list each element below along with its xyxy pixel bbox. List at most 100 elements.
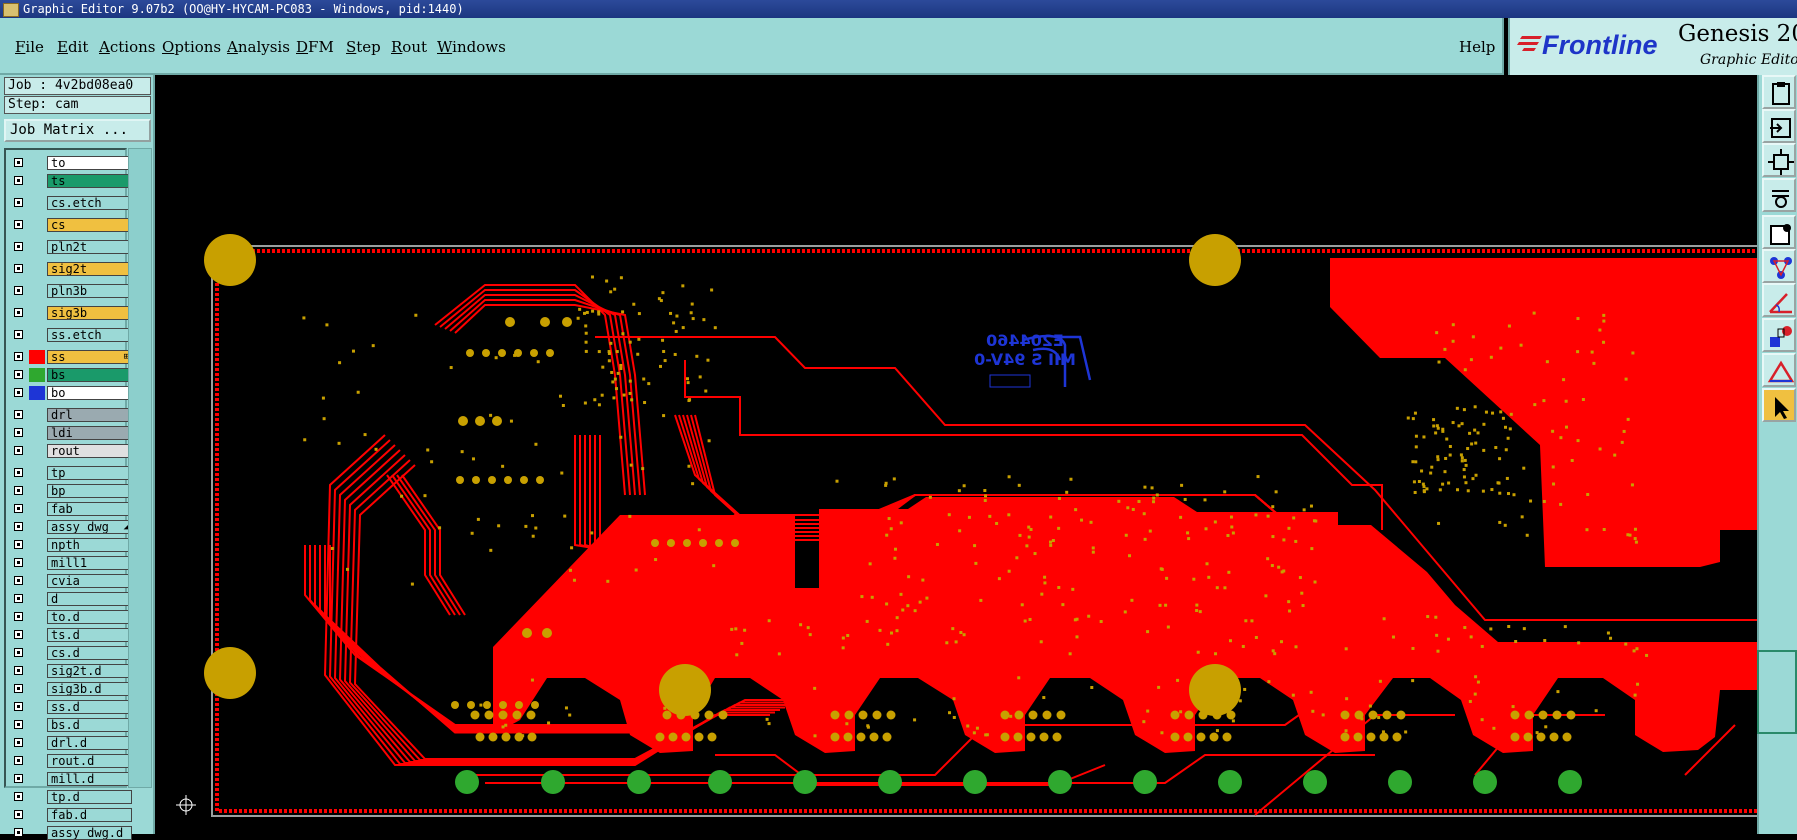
graphic-canvas[interactable]: E204460 MII S 94V-0 (155, 75, 1757, 834)
measure-button[interactable] (1762, 215, 1796, 249)
layer-color-swatch[interactable] (29, 350, 45, 364)
layer-checkbox[interactable] (14, 612, 23, 621)
layer-checkbox[interactable] (14, 198, 23, 207)
layer-name[interactable]: sig2t.d (47, 664, 132, 678)
layer-row-mill1[interactable]: mill1 (10, 556, 132, 570)
layer-row-cvia[interactable]: cvia (10, 574, 132, 588)
layer-row-drl-d[interactable]: drl.d (10, 736, 132, 750)
layer-row-tp-d[interactable]: tp.d (10, 790, 132, 804)
menu-file[interactable]: File (15, 38, 44, 56)
clipboard-button[interactable] (1762, 75, 1796, 109)
layer-name[interactable]: cs.d (47, 646, 132, 660)
layer-row-bp[interactable]: bp (10, 484, 132, 498)
layer-checkbox[interactable] (14, 388, 23, 397)
layer-row-cs[interactable]: cs (10, 218, 132, 232)
layer-checkbox[interactable] (14, 176, 23, 185)
layer-row-ldi[interactable]: ldi (10, 426, 132, 440)
layer-checkbox[interactable] (14, 648, 23, 657)
layer-color-swatch[interactable] (29, 610, 45, 624)
layer-name[interactable]: ts.d (47, 628, 132, 642)
layer-checkbox[interactable] (14, 576, 23, 585)
layer-name[interactable]: sig3b (47, 306, 132, 320)
layer-checkbox[interactable] (14, 702, 23, 711)
layer-checkbox[interactable] (14, 756, 23, 765)
job-matrix-button[interactable]: Job Matrix ... (4, 119, 151, 142)
menu-step[interactable]: Step (346, 38, 381, 56)
layer-checkbox[interactable] (14, 504, 23, 513)
net-button[interactable] (1762, 249, 1796, 283)
layer-name[interactable]: bp (47, 484, 132, 498)
menu-windows[interactable]: Windows (437, 38, 506, 56)
layer-checkbox[interactable] (14, 810, 23, 819)
layer-color-swatch[interactable] (29, 284, 45, 298)
layer-name[interactable]: bs (47, 368, 132, 382)
layer-name[interactable]: ss ⊞ (47, 350, 132, 364)
hand-pan-button[interactable] (1762, 178, 1796, 212)
layer-name[interactable]: sig2t (47, 262, 132, 276)
layer-row-to[interactable]: to (10, 156, 132, 170)
menu-analysis[interactable]: Analysis (227, 38, 290, 56)
angle-button[interactable] (1762, 283, 1796, 317)
layer-color-swatch[interactable] (29, 826, 45, 840)
layer-name[interactable]: cs (47, 218, 132, 232)
menu-actions[interactable]: Actions (99, 38, 155, 56)
menu-edit[interactable]: Edit (57, 38, 88, 56)
layer-checkbox[interactable] (14, 220, 23, 229)
layer-checkbox[interactable] (14, 540, 23, 549)
menu-help[interactable]: Help (1459, 38, 1495, 56)
layer-name[interactable]: ts (47, 174, 132, 188)
menu-dfm[interactable]: DFM (296, 38, 334, 56)
layer-color-swatch[interactable] (29, 386, 45, 400)
layer-color-swatch[interactable] (29, 368, 45, 382)
layer-color-swatch[interactable] (29, 556, 45, 570)
layer-name[interactable]: npth (47, 538, 132, 552)
layer-color-swatch[interactable] (29, 218, 45, 232)
menu-options[interactable]: Options (162, 38, 221, 56)
layer-color-swatch[interactable] (29, 240, 45, 254)
layer-color-swatch[interactable] (29, 262, 45, 276)
layer-color-swatch[interactable] (29, 408, 45, 422)
layer-checkbox[interactable] (14, 264, 23, 273)
layer-list-scrollbar[interactable] (128, 148, 152, 788)
layer-name[interactable]: assy_dwg ◢ (47, 520, 132, 534)
layer-checkbox[interactable] (14, 630, 23, 639)
layer-row-bo[interactable]: bo (10, 386, 132, 400)
layer-checkbox[interactable] (14, 158, 23, 167)
layer-checkbox[interactable] (14, 330, 23, 339)
menu-rout[interactable]: Rout (391, 38, 427, 56)
layer-checkbox[interactable] (14, 774, 23, 783)
layer-color-swatch[interactable] (29, 772, 45, 786)
layer-checkbox[interactable] (14, 242, 23, 251)
layer-row-bs[interactable]: bs (10, 368, 132, 382)
layer-name[interactable]: pln2t (47, 240, 132, 254)
layer-row-cs-etch[interactable]: cs.etch (10, 196, 132, 210)
layer-checkbox[interactable] (14, 410, 23, 419)
layer-row-d[interactable]: d (10, 592, 132, 606)
layer-row-sig2t-d[interactable]: sig2t.d (10, 664, 132, 678)
layer-row-cs-d[interactable]: cs.d (10, 646, 132, 660)
layer-name[interactable]: rout (47, 444, 132, 458)
layer-row-pln3b[interactable]: pln3b (10, 284, 132, 298)
snap-button[interactable] (1762, 109, 1796, 143)
layer-name[interactable]: cvia (47, 574, 132, 588)
layer-checkbox[interactable] (14, 468, 23, 477)
layer-name[interactable]: fab.d (47, 808, 132, 822)
zoom-fit-button[interactable] (1762, 143, 1796, 177)
layer-checkbox[interactable] (14, 558, 23, 567)
layer-row-pln2t[interactable]: pln2t (10, 240, 132, 254)
layer-color-swatch[interactable] (29, 156, 45, 170)
layer-row-ts[interactable]: ts (10, 174, 132, 188)
layer-checkbox[interactable] (14, 738, 23, 747)
layer-color-swatch[interactable] (29, 592, 45, 606)
layer-checkbox[interactable] (14, 594, 23, 603)
layer-color-swatch[interactable] (29, 646, 45, 660)
layer-name[interactable]: cs.etch (47, 196, 132, 210)
layer-name[interactable]: pln3b (47, 284, 132, 298)
layer-color-swatch[interactable] (29, 426, 45, 440)
layer-color-swatch[interactable] (29, 736, 45, 750)
layer-row-sig2t[interactable]: sig2t (10, 262, 132, 276)
layer-row-tp[interactable]: tp (10, 466, 132, 480)
layer-name[interactable]: drl (47, 408, 132, 422)
layer-name[interactable]: ldi (47, 426, 132, 440)
layer-name[interactable]: assy_dwg.d (47, 826, 132, 840)
